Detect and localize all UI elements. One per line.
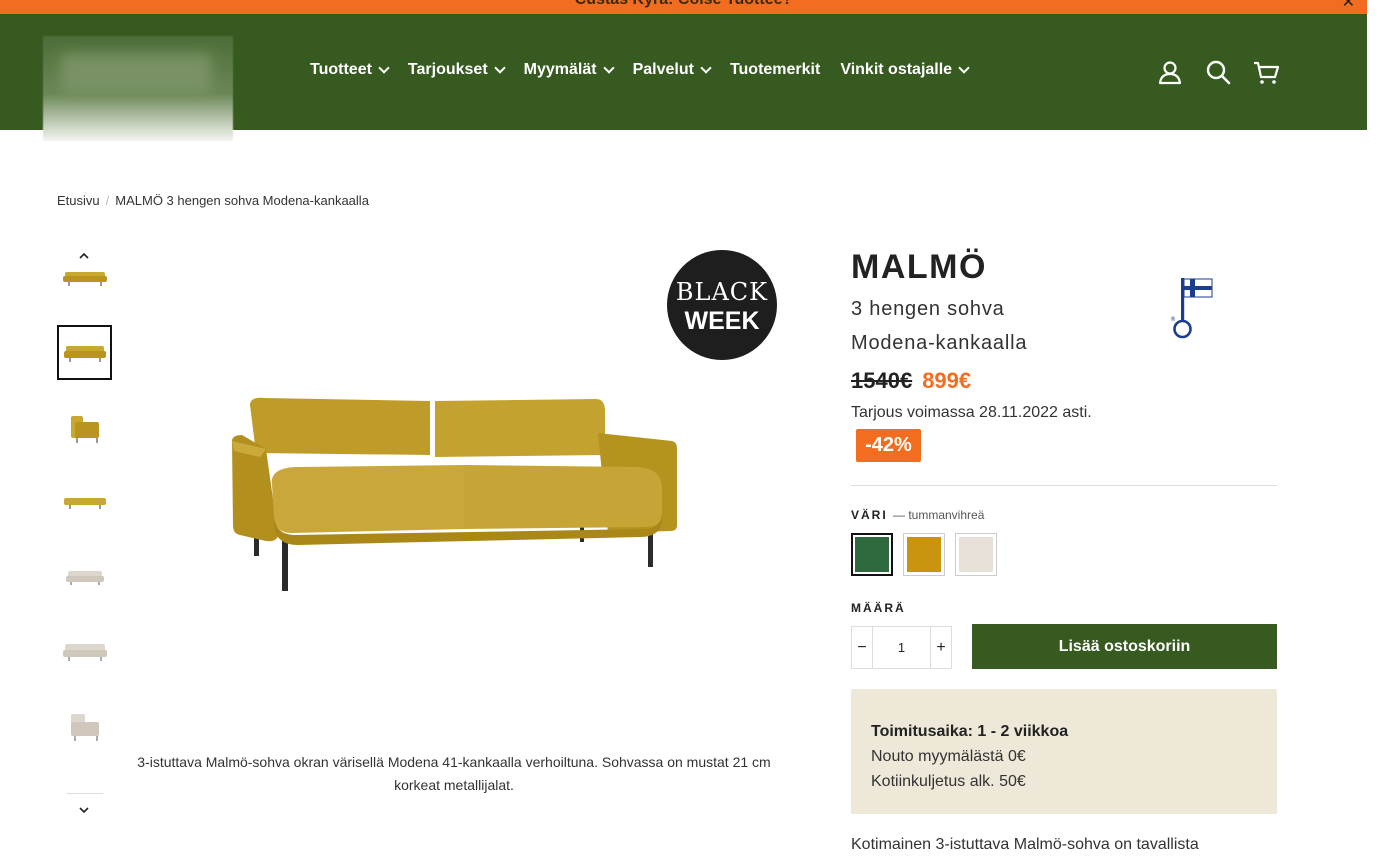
thumbnail-divider <box>66 793 103 794</box>
thumbnail-2[interactable] <box>57 325 112 380</box>
divider <box>851 485 1277 486</box>
logo[interactable] <box>43 36 233 141</box>
add-to-cart-button[interactable]: Lisää ostoskoriin <box>972 624 1277 669</box>
delivery-time-line: Toimitusaika: 1 - 2 viikkoa <box>871 719 1257 744</box>
nav-item-tuotemerkit[interactable]: Tuotemerkit <box>730 61 820 79</box>
nav-item-tuotteet[interactable]: Tuotteet <box>310 61 390 79</box>
sale-price: 899€ <box>922 368 972 393</box>
image-caption: 3-istuttava Malmö-sohva okran värisellä … <box>137 754 771 793</box>
chevron-down-icon <box>958 62 970 74</box>
thumbnail-5[interactable] <box>57 549 112 604</box>
minus-icon[interactable]: − <box>852 627 872 668</box>
product-image[interactable] <box>220 385 690 600</box>
account-icon[interactable] <box>1156 58 1184 86</box>
quantity-stepper: − + <box>851 626 952 669</box>
nav-label: Palvelut <box>632 61 694 78</box>
swatch-ochre[interactable] <box>903 533 945 576</box>
badge-line2: WEEK <box>684 307 760 335</box>
product-title: MALMÖ <box>851 248 987 286</box>
close-icon[interactable]: ✕ <box>1342 0 1355 12</box>
thumbnail-3[interactable] <box>57 400 112 455</box>
svg-text:®: ® <box>1170 316 1176 323</box>
nav-label: Vinkit ostajalle <box>840 61 953 78</box>
badge-line1: BLACK <box>675 278 769 306</box>
swatch-dark-green[interactable] <box>851 533 893 576</box>
swatch-beige[interactable] <box>955 533 997 576</box>
breadcrumb: Etusivu / MALMÖ 3 hengen sohva Modena-ka… <box>57 193 369 208</box>
chevron-down-icon <box>493 62 506 74</box>
chevron-down-icon[interactable] <box>77 803 91 817</box>
nav-item-myymalat[interactable]: Myymälät <box>523 61 615 79</box>
thumbnail-7[interactable] <box>57 699 112 754</box>
black-week-badge: BLACK WEEK <box>667 250 777 360</box>
main-nav: Tuotteet Tarjoukset Myymälät Palvelut Tu… <box>310 61 988 79</box>
swatch-fill <box>855 537 889 572</box>
quantity-label: MÄÄRÄ <box>851 601 906 615</box>
nav-item-palvelut[interactable]: Palvelut <box>632 61 712 79</box>
breadcrumb-home[interactable]: Etusivu <box>57 193 100 208</box>
quantity-input[interactable] <box>872 627 931 668</box>
product-subtitle: 3 hengen sohva Modena-kankaalla <box>851 298 1028 354</box>
nav-label: Tarjoukset <box>407 61 488 78</box>
plus-icon[interactable]: + <box>931 627 951 668</box>
color-selected-name: — tummanvihreä <box>893 508 985 522</box>
breadcrumb-separator: / <box>105 193 110 208</box>
swatch-fill <box>959 537 993 572</box>
search-icon[interactable] <box>1204 58 1232 86</box>
color-label: VÄRI <box>851 508 888 522</box>
cart-icon[interactable] <box>1252 58 1280 86</box>
breadcrumb-current: MALMÖ 3 hengen sohva Modena-kankaalla <box>115 193 369 208</box>
thumbnail-6[interactable] <box>57 624 112 679</box>
nav-item-tarjoukset[interactable]: Tarjoukset <box>407 61 506 79</box>
discount-badge: -42% <box>856 429 921 462</box>
chevron-down-icon <box>602 62 615 74</box>
delivery-time: 1 - 2 viikkoa <box>977 723 1069 740</box>
pickup-info: Nouto myymälästä 0€ <box>871 748 1026 765</box>
offer-validity: Tarjous voimassa 28.11.2022 asti. <box>851 404 1092 421</box>
product-description: Kotimainen 3-istuttava Malmö-sohva on ta… <box>851 836 1199 853</box>
home-delivery-info: Kotiinkuljetus alk. 50€ <box>871 773 1026 790</box>
nav-label: Tuotteet <box>310 61 372 78</box>
nav-item-vinkit[interactable]: Vinkit ostajalle <box>840 61 970 79</box>
nav-label: Myymälät <box>523 61 597 78</box>
site-header: Tuotteet Tarjoukset Myymälät Palvelut Tu… <box>0 14 1367 141</box>
old-price: 1540€ <box>851 368 913 393</box>
swatch-fill <box>907 537 941 572</box>
price-block: 1540€ 899€ <box>851 368 971 394</box>
announcement-text: Custas Kyra: Colse Tuottee? <box>0 0 1367 9</box>
announcement-bar: Custas Kyra: Colse Tuottee? ✕ <box>0 0 1367 14</box>
thumbnail-4[interactable] <box>57 474 112 529</box>
chevron-down-icon <box>700 62 712 74</box>
delivery-info: Toimitusaika: 1 - 2 viikkoa Nouto myymäl… <box>851 689 1277 814</box>
nav-label: Tuotemerkit <box>729 61 821 78</box>
thumbnail-1[interactable] <box>57 249 112 304</box>
delivery-label: Toimitusaika: <box>871 723 973 740</box>
finnish-key-flag-icon: ® <box>1170 278 1213 339</box>
chevron-down-icon <box>378 62 390 74</box>
